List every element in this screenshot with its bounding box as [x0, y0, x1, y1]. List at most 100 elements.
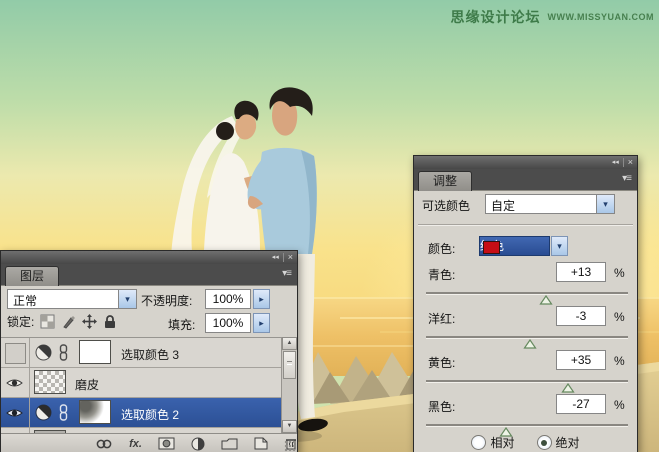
relative-radio-label: 相对 — [490, 434, 514, 451]
percent-sign: % — [614, 398, 625, 412]
percent-sign: % — [614, 266, 625, 280]
new-layer-icon[interactable] — [254, 437, 268, 451]
visibility-toggle[interactable] — [1, 398, 30, 427]
cyan-slider-group: 青色: % — [414, 262, 637, 306]
blend-mode-value: 正常 — [13, 292, 37, 309]
new-adjustment-layer-icon[interactable] — [191, 437, 205, 451]
layer-thumbnail[interactable] — [34, 370, 66, 394]
yellow-slider-group: 黄色: % — [414, 350, 637, 394]
layer-name[interactable]: 磨皮 — [75, 376, 99, 393]
watermark-site-name: 思缘设计论坛 — [451, 7, 541, 27]
red-color-swatch — [483, 241, 500, 254]
watermark-site-url: WWW.MISSYUAN.COM — [548, 12, 655, 22]
panel-menu-icon[interactable]: ▾≡ — [282, 268, 291, 279]
percent-sign: % — [614, 354, 625, 368]
absolute-radio[interactable]: 绝对 — [537, 434, 580, 451]
layer-name[interactable]: 选取颜色 2 — [121, 406, 179, 423]
yellow-slider-track[interactable] — [426, 380, 628, 383]
eye-icon — [6, 407, 23, 419]
close-panel-icon[interactable]: × — [624, 156, 637, 169]
link-layers-icon[interactable] — [95, 437, 113, 451]
layer-row-selected[interactable]: 选取颜色 2 — [1, 398, 282, 428]
layer-name[interactable]: 选取颜色 3 — [121, 346, 179, 363]
absolute-radio-label: 绝对 — [556, 434, 580, 451]
black-label: 黑色: — [428, 398, 455, 415]
add-layer-mask-icon[interactable] — [158, 437, 175, 451]
adjustment-layer-icon — [35, 404, 52, 424]
scroll-up-icon[interactable]: ▲ — [282, 337, 297, 350]
black-slider-group: 黑色: % — [414, 394, 637, 438]
magenta-value-field[interactable] — [556, 306, 606, 326]
cyan-slider-handle[interactable] — [540, 295, 553, 305]
lock-all-padlock-icon[interactable] — [103, 314, 117, 329]
tab-adjustments[interactable]: 调整 — [418, 171, 472, 191]
lock-position-move-icon[interactable] — [82, 314, 97, 329]
layer-mask-thumbnail[interactable] — [79, 340, 111, 364]
scroll-down-icon[interactable]: ▼ — [282, 420, 297, 433]
layers-panel-tabbar: 图层 ▾≡ — [1, 264, 297, 286]
lock-image-brush-icon[interactable] — [61, 314, 76, 329]
layers-bottom-toolbar: fx. — [1, 433, 297, 452]
selective-color-label: 可选颜色 — [422, 197, 470, 214]
fill-field[interactable] — [205, 313, 251, 333]
separator — [418, 224, 633, 226]
tab-layers[interactable]: 图层 — [5, 266, 59, 286]
collapse-panel-icon[interactable]: ◂◂ — [268, 251, 283, 264]
chevron-down-icon[interactable]: ▾ — [551, 236, 568, 256]
preset-dropdown[interactable]: 自定 ▾ — [485, 194, 615, 214]
layer-row[interactable]: 磨皮 — [1, 368, 282, 398]
yellow-slider-handle[interactable] — [562, 383, 575, 393]
adjustments-panel-titlebar[interactable]: ◂◂ × — [414, 156, 637, 169]
magenta-slider-handle[interactable] — [523, 339, 536, 349]
preset-value: 自定 — [491, 197, 515, 214]
layers-list: 选取颜色 3 磨皮 — [1, 337, 297, 434]
visibility-toggle[interactable] — [1, 368, 30, 397]
layer-mask-link-icon[interactable] — [59, 344, 68, 364]
panel-resize-grip[interactable] — [284, 440, 296, 452]
layers-panel-titlebar[interactable]: ◂◂ × — [1, 251, 297, 264]
layers-scrollbar[interactable]: ▲ ▼ — [281, 337, 297, 433]
fill-label: 填充: — [168, 316, 195, 333]
yellow-label: 黄色: — [428, 354, 455, 371]
opacity-field[interactable] — [205, 289, 251, 309]
cyan-value-field[interactable] — [556, 262, 606, 282]
color-label: 颜色: — [428, 240, 455, 257]
chevron-down-icon[interactable]: ▾ — [118, 290, 136, 308]
yellow-value-field[interactable] — [556, 350, 606, 370]
fill-spinner-icon[interactable]: ▸ — [253, 313, 270, 333]
adjustments-panel: ◂◂ × 调整 ▾≡ 可选颜色 自定 ▾ 颜色: 红色 ▾ 青色: % — [413, 155, 638, 452]
layer-mask-thumbnail[interactable] — [79, 400, 111, 424]
layer-style-fx-icon[interactable]: fx. — [129, 437, 142, 451]
hidden-eye-well — [5, 343, 26, 364]
new-group-folder-icon[interactable] — [221, 437, 238, 451]
adjustments-panel-tabbar: 调整 ▾≡ — [414, 169, 637, 191]
magenta-label: 洋红: — [428, 310, 455, 327]
opacity-spinner-icon[interactable]: ▸ — [253, 289, 270, 309]
cyan-label: 青色: — [428, 266, 455, 283]
radio-circle-selected-icon — [537, 435, 552, 450]
visibility-toggle[interactable] — [1, 338, 30, 367]
collapse-panel-icon[interactable]: ◂◂ — [608, 156, 623, 169]
layer-mask-link-icon[interactable] — [59, 404, 68, 424]
magenta-slider-group: 洋红: % — [414, 306, 637, 350]
panel-menu-icon[interactable]: ▾≡ — [622, 173, 631, 184]
relative-radio[interactable]: 相对 — [471, 434, 514, 451]
eye-icon — [6, 377, 23, 389]
scrollbar-thumb[interactable] — [283, 351, 296, 379]
chevron-down-icon[interactable]: ▾ — [596, 195, 614, 213]
lock-transparency-icon[interactable] — [40, 314, 55, 329]
layers-panel: ◂◂ × 图层 ▾≡ 正常 ▾ 不透明度: ▸ 锁定: — [0, 250, 298, 452]
radio-circle-icon — [471, 435, 486, 450]
percent-sign: % — [614, 310, 625, 324]
close-panel-icon[interactable]: × — [284, 251, 297, 264]
opacity-label: 不透明度: — [141, 292, 192, 309]
adjustment-layer-icon — [35, 344, 52, 364]
color-channel-dropdown[interactable]: 红色 — [479, 236, 550, 256]
lock-label: 锁定: — [7, 313, 34, 330]
photoshop-workspace: 思缘设计论坛 WWW.MISSYUAN.COM ◂◂ × 图层 ▾≡ 正常 ▾ … — [0, 0, 659, 452]
cyan-slider-track[interactable] — [426, 292, 628, 295]
blend-mode-dropdown[interactable]: 正常 ▾ — [7, 289, 137, 309]
layer-row[interactable]: 选取颜色 3 — [1, 338, 282, 368]
black-value-field[interactable] — [556, 394, 606, 414]
black-slider-track[interactable] — [426, 424, 628, 427]
